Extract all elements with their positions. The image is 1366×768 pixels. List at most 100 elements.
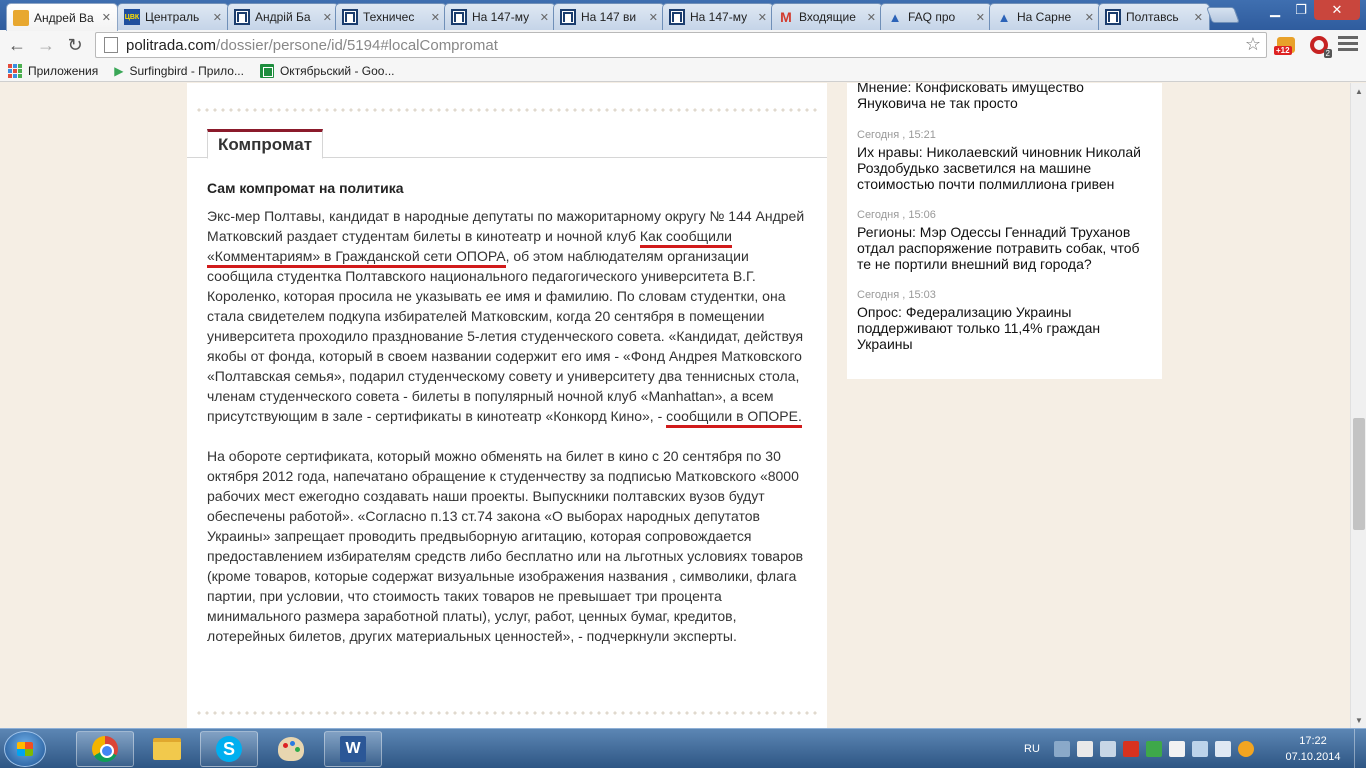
security-check-icon[interactable] [1145,741,1162,757]
orange-circle-icon[interactable] [1237,741,1254,757]
folder-icon [13,9,29,26]
close-icon[interactable]: ✕ [758,11,767,24]
close-icon[interactable]: ✕ [213,11,222,24]
forward-button[interactable]: → [34,34,58,56]
bookmark-apps[interactable]: Приложения [0,63,98,78]
news-item[interactable]: Сегодня , 15:06 Регионы: Мэр Одессы Генн… [857,208,1152,272]
scroll-thumb[interactable] [1353,418,1365,530]
start-button[interactable] [4,731,46,767]
close-icon[interactable]: ✕ [649,11,658,24]
politrada-icon [342,9,358,25]
close-icon[interactable]: ✕ [867,11,876,24]
close-icon[interactable]: ✕ [976,11,985,24]
main-content: Компромат Сам компромат на политика Экс-… [187,83,827,728]
reload-button[interactable]: ↻ [63,34,87,56]
tab-title: FAQ про [908,10,956,24]
bookmark-oktyabrsky[interactable]: Октябрьский - Goo... [256,63,395,78]
scroll-down-arrow-icon[interactable]: ▼ [1351,712,1366,728]
adobe-icon[interactable] [1122,741,1139,757]
tab-title: На Сарне [1017,10,1072,24]
usb-device-icon[interactable] [1168,741,1185,757]
browser-tab[interactable]: ▲ FAQ про ✕ [880,3,992,30]
close-icon[interactable]: ✕ [540,11,549,24]
volume-icon[interactable] [1214,741,1231,757]
news-title[interactable]: Мнение: Конфисковать имущество Януковича… [857,83,1152,111]
browser-tab[interactable]: Техничес ✕ [335,3,447,30]
maximize-button[interactable]: ❐ [1288,0,1314,20]
cvk-icon: ЦВК [124,9,140,25]
pdf-icon[interactable] [1076,741,1093,757]
address-bar[interactable]: politrada.com/dossier/persone/id/5194#lo… [95,32,1267,58]
politrada-icon [234,9,250,25]
source-link[interactable]: сообщили в ОПОРЕ. [666,408,802,428]
bookmark-label: Октябрьский - Goo... [279,63,395,78]
sheets-icon [259,63,274,78]
tab-title: Техничес [363,10,415,24]
tab-title: Полтавсь [1126,10,1179,24]
network-share-icon[interactable] [1099,741,1116,757]
news-time: Сегодня , 15:21 [857,129,936,141]
browser-tab[interactable]: Андрій Ба ✕ [227,3,339,30]
news-title[interactable]: Регионы: Мэр Одессы Геннадий Труханов от… [857,224,1152,272]
back-button[interactable]: ← [5,34,29,56]
browser-tab[interactable]: ЦВК Централь ✕ [117,3,229,30]
extension-badge: +12 [1274,46,1292,55]
close-icon[interactable]: ✕ [1194,11,1203,24]
extension-button[interactable]: 2 [1306,33,1332,58]
new-tab-button[interactable] [1206,7,1240,23]
play-icon: ▶ [114,63,124,78]
browser-tab[interactable]: Полтавсь ✕ [1098,3,1210,30]
browser-toolbar: ← → ↻ politrada.com/dossier/persone/id/5… [0,30,1366,60]
signal-strength-icon[interactable] [1191,741,1208,757]
tools-icon[interactable] [1053,741,1070,757]
tab-title: На 147-му [690,10,748,24]
language-indicator[interactable]: RU [1024,743,1040,755]
browser-tab[interactable]: На 147 ви ✕ [553,3,665,30]
taskbar-chrome[interactable] [76,731,134,767]
close-icon[interactable]: ✕ [1085,11,1094,24]
minimize-button[interactable]: ▁ [1262,0,1288,20]
url-host: politrada.com [126,36,217,54]
close-icon[interactable]: ✕ [323,11,332,24]
system-clock[interactable]: 17:22 07.10.2014 [1282,733,1344,765]
taskbar-skype[interactable]: S [200,731,258,767]
browser-tab[interactable]: На 147-му ✕ [444,3,556,30]
news-title[interactable]: Опрос: Федерализацию Украины поддерживаю… [857,304,1152,352]
politrada-icon [669,9,685,25]
system-tray: RU [1024,729,1261,768]
close-icon[interactable]: ✕ [431,11,440,24]
page-scrollbar[interactable]: ▲ ▼ [1350,83,1366,728]
article-body: Экс-мер Полтавы, кандидат в народные деп… [207,206,807,666]
scroll-up-arrow-icon[interactable]: ▲ [1351,83,1366,99]
news-item[interactable]: Сегодня , 15:03 Опрос: Федерализацию Укр… [857,288,1152,352]
browser-tab[interactable]: На 147-му ✕ [662,3,774,30]
news-title[interactable]: Их нравы: Николаевский чиновник Николай … [857,144,1152,192]
bookmark-surfingbird[interactable]: ▶ Surfingbird - Прило... [110,64,244,78]
news-item[interactable]: Сегодня , 15:21 Их нравы: Николаевский ч… [857,128,1152,192]
show-desktop-button[interactable] [1354,729,1366,768]
extension-button[interactable]: +12 [1273,33,1299,57]
browser-tab[interactable]: ▲ На Сарне ✕ [989,3,1101,30]
browser-tab[interactable]: Андрей Ва ✕ [6,3,118,31]
close-icon[interactable]: ✕ [102,11,111,24]
politrada-icon [560,9,576,25]
news-sidebar: Мнение: Конфисковать имущество Януковича… [847,83,1162,379]
taskbar-explorer[interactable] [138,731,196,767]
bookmark-star-icon[interactable]: ☆ [1245,34,1261,55]
page-viewport: Компромат Сам компромат на политика Экс-… [0,83,1350,728]
taskbar-word[interactable]: W [324,731,382,767]
menu-icon[interactable] [1338,36,1358,52]
word-icon: W [340,736,366,762]
dotted-divider [195,711,819,715]
news-item[interactable]: Мнение: Конфисковать имущество Януковича… [857,83,1152,111]
extension-badge: 2 [1323,49,1332,58]
tab-title: На 147 ви [581,10,637,24]
clock-date: 07.10.2014 [1285,751,1341,763]
browser-tab[interactable]: M Входящие ✕ [771,3,883,30]
browser-tab-strip: Андрей Ва ✕ ЦВК Централь ✕ Андрій Ба ✕ Т… [0,0,1366,31]
taskbar-paint[interactable] [262,731,320,767]
chrome-icon [92,736,118,762]
window-close-button[interactable]: ✕ [1314,0,1360,20]
tab-kompromat[interactable]: Компромат [207,129,324,159]
tab-title: Централь [145,10,200,24]
